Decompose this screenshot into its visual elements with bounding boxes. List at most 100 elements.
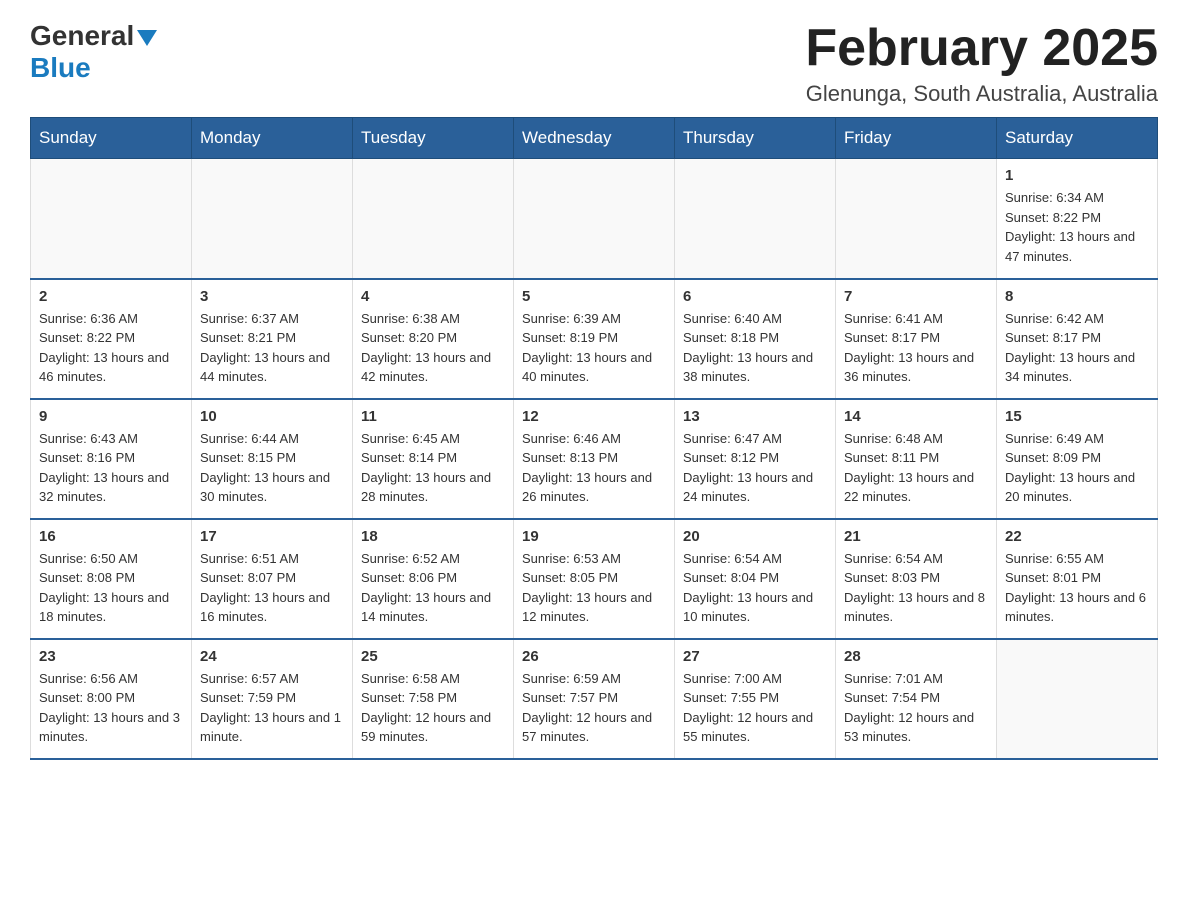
calendar-cell: 24 Sunrise: 6:57 AMSunset: 7:59 PMDayligh… [192, 639, 353, 759]
calendar-cell: 27 Sunrise: 7:00 AMSunset: 7:55 PMDayligh… [675, 639, 836, 759]
calendar-cell: 4 Sunrise: 6:38 AMSunset: 8:20 PMDaylight… [353, 279, 514, 399]
logo-blue-text: Blue [30, 52, 91, 84]
calendar-table: SundayMondayTuesdayWednesdayThursdayFrid… [30, 117, 1158, 760]
weekday-header-saturday: Saturday [997, 118, 1158, 159]
calendar-cell [353, 159, 514, 279]
day-info: Sunrise: 6:49 AMSunset: 8:09 PMDaylight:… [1005, 429, 1149, 507]
calendar-cell: 2Sunrise: 6:36 AMSunset: 8:22 PMDaylight… [31, 279, 192, 399]
title-section: February 2025 Glenunga, South Australia,… [805, 20, 1158, 107]
day-number: 28 [844, 648, 988, 665]
logo: General Blue [30, 20, 157, 84]
day-info: Sunrise: 6:58 AMSunset: 7:58 PMDaylight:… [361, 669, 505, 747]
day-info: Sunrise: 6:56 AMSunset: 8:00 PMDaylight:… [39, 669, 183, 747]
calendar-cell: 16 Sunrise: 6:50 AMSunset: 8:08 PMDayligh… [31, 519, 192, 639]
weekday-header-monday: Monday [192, 118, 353, 159]
day-number: 24 [200, 648, 344, 665]
day-number: 21 [844, 528, 988, 545]
day-info: Sunrise: 6:52 AMSunset: 8:06 PMDaylight:… [361, 549, 505, 627]
day-number: 13 [683, 408, 827, 425]
page-header: General Blue February 2025 Glenunga, Sou… [30, 20, 1158, 107]
calendar-cell: 15 Sunrise: 6:49 AMSunset: 8:09 PMDayligh… [997, 399, 1158, 519]
day-number: 17 [200, 528, 344, 545]
calendar-cell: 6Sunrise: 6:40 AMSunset: 8:18 PMDaylight… [675, 279, 836, 399]
day-info: Sunrise: 6:47 AMSunset: 8:12 PMDaylight:… [683, 429, 827, 507]
month-title: February 2025 [805, 20, 1158, 77]
calendar-cell: 3 Sunrise: 6:37 AMSunset: 8:21 PMDaylight… [192, 279, 353, 399]
day-info: Sunrise: 6:41 AMSunset: 8:17 PMDaylight:… [844, 309, 988, 387]
calendar-cell: 10 Sunrise: 6:44 AMSunset: 8:15 PMDayligh… [192, 399, 353, 519]
day-number: 16 [39, 528, 183, 545]
calendar-cell: 22 Sunrise: 6:55 AMSunset: 8:01 PMDayligh… [997, 519, 1158, 639]
day-info: Sunrise: 6:39 AMSunset: 8:19 PMDaylight:… [522, 309, 666, 387]
calendar-cell: 8 Sunrise: 6:42 AMSunset: 8:17 PMDaylight… [997, 279, 1158, 399]
calendar-cell: 23 Sunrise: 6:56 AMSunset: 8:00 PMDayligh… [31, 639, 192, 759]
day-number: 8 [1005, 288, 1149, 305]
day-info: Sunrise: 6:53 AMSunset: 8:05 PMDaylight:… [522, 549, 666, 627]
calendar-cell: 1Sunrise: 6:34 AMSunset: 8:22 PMDaylight… [997, 159, 1158, 279]
day-info: Sunrise: 6:37 AMSunset: 8:21 PMDaylight:… [200, 309, 344, 387]
day-number: 22 [1005, 528, 1149, 545]
day-number: 23 [39, 648, 183, 665]
day-number: 3 [200, 288, 344, 305]
calendar-cell: 11Sunrise: 6:45 AMSunset: 8:14 PMDayligh… [353, 399, 514, 519]
week-row-4: 23 Sunrise: 6:56 AMSunset: 8:00 PMDayligh… [31, 639, 1158, 759]
day-info: Sunrise: 6:59 AMSunset: 7:57 PMDaylight:… [522, 669, 666, 747]
day-info: Sunrise: 6:57 AMSunset: 7:59 PMDaylight:… [200, 669, 344, 747]
day-info: Sunrise: 6:54 AMSunset: 8:03 PMDaylight:… [844, 549, 988, 627]
calendar-cell: 26 Sunrise: 6:59 AMSunset: 7:57 PMDayligh… [514, 639, 675, 759]
calendar-cell: 21 Sunrise: 6:54 AMSunset: 8:03 PMDayligh… [836, 519, 997, 639]
day-number: 27 [683, 648, 827, 665]
day-info: Sunrise: 6:44 AMSunset: 8:15 PMDaylight:… [200, 429, 344, 507]
day-info: Sunrise: 6:43 AMSunset: 8:16 PMDaylight:… [39, 429, 183, 507]
day-number: 5 [522, 288, 666, 305]
calendar-cell: 20 Sunrise: 6:54 AMSunset: 8:04 PMDayligh… [675, 519, 836, 639]
day-number: 25 [361, 648, 505, 665]
week-row-0: 1Sunrise: 6:34 AMSunset: 8:22 PMDaylight… [31, 159, 1158, 279]
week-row-3: 16 Sunrise: 6:50 AMSunset: 8:08 PMDayligh… [31, 519, 1158, 639]
location-text: Glenunga, South Australia, Australia [805, 81, 1158, 107]
day-info: Sunrise: 7:00 AMSunset: 7:55 PMDaylight:… [683, 669, 827, 747]
day-number: 14 [844, 408, 988, 425]
day-info: Sunrise: 6:45 AMSunset: 8:14 PMDaylight:… [361, 429, 505, 507]
day-number: 26 [522, 648, 666, 665]
calendar-cell: 5 Sunrise: 6:39 AMSunset: 8:19 PMDaylight… [514, 279, 675, 399]
day-info: Sunrise: 6:54 AMSunset: 8:04 PMDaylight:… [683, 549, 827, 627]
calendar-cell [31, 159, 192, 279]
day-number: 18 [361, 528, 505, 545]
calendar-cell: 12 Sunrise: 6:46 AMSunset: 8:13 PMDayligh… [514, 399, 675, 519]
day-info: Sunrise: 6:50 AMSunset: 8:08 PMDaylight:… [39, 549, 183, 627]
logo-triangle-icon [137, 30, 157, 46]
day-number: 9 [39, 408, 183, 425]
calendar-cell [192, 159, 353, 279]
calendar-cell: 18 Sunrise: 6:52 AMSunset: 8:06 PMDayligh… [353, 519, 514, 639]
calendar-cell: 17Sunrise: 6:51 AMSunset: 8:07 PMDayligh… [192, 519, 353, 639]
calendar-cell: 9 Sunrise: 6:43 AMSunset: 8:16 PMDaylight… [31, 399, 192, 519]
day-number: 12 [522, 408, 666, 425]
calendar-cell [675, 159, 836, 279]
day-info: Sunrise: 7:01 AMSunset: 7:54 PMDaylight:… [844, 669, 988, 747]
weekday-header-tuesday: Tuesday [353, 118, 514, 159]
weekday-header-sunday: Sunday [31, 118, 192, 159]
week-row-2: 9 Sunrise: 6:43 AMSunset: 8:16 PMDaylight… [31, 399, 1158, 519]
day-info: Sunrise: 6:55 AMSunset: 8:01 PMDaylight:… [1005, 549, 1149, 627]
calendar-cell [514, 159, 675, 279]
calendar-cell: 19Sunrise: 6:53 AMSunset: 8:05 PMDayligh… [514, 519, 675, 639]
calendar-cell [836, 159, 997, 279]
day-info: Sunrise: 6:38 AMSunset: 8:20 PMDaylight:… [361, 309, 505, 387]
day-info: Sunrise: 6:46 AMSunset: 8:13 PMDaylight:… [522, 429, 666, 507]
day-info: Sunrise: 6:42 AMSunset: 8:17 PMDaylight:… [1005, 309, 1149, 387]
day-info: Sunrise: 6:40 AMSunset: 8:18 PMDaylight:… [683, 309, 827, 387]
day-info: Sunrise: 6:48 AMSunset: 8:11 PMDaylight:… [844, 429, 988, 507]
day-number: 1 [1005, 167, 1149, 184]
calendar-cell [997, 639, 1158, 759]
day-number: 20 [683, 528, 827, 545]
week-row-1: 2Sunrise: 6:36 AMSunset: 8:22 PMDaylight… [31, 279, 1158, 399]
day-number: 10 [200, 408, 344, 425]
weekday-header-wednesday: Wednesday [514, 118, 675, 159]
logo-general-text: General [30, 20, 134, 52]
day-number: 2 [39, 288, 183, 305]
day-number: 15 [1005, 408, 1149, 425]
day-number: 4 [361, 288, 505, 305]
calendar-cell: 28 Sunrise: 7:01 AMSunset: 7:54 PMDayligh… [836, 639, 997, 759]
calendar-cell: 14 Sunrise: 6:48 AMSunset: 8:11 PMDayligh… [836, 399, 997, 519]
